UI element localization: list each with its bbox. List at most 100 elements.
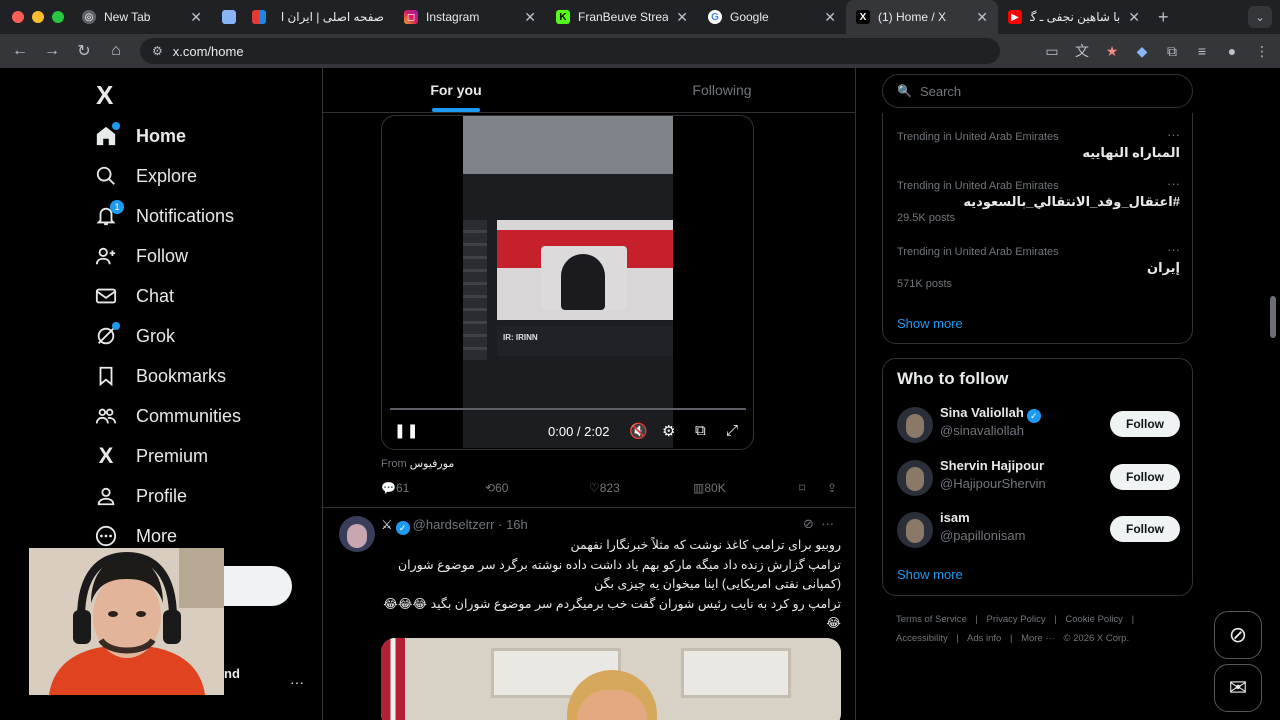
- avatar[interactable]: [897, 407, 933, 443]
- nav-explore[interactable]: Explore: [94, 158, 197, 194]
- site-info-icon[interactable]: ⚙: [152, 44, 163, 58]
- accessibility-link[interactable]: Accessibility: [896, 633, 948, 644]
- nav-chat[interactable]: Chat: [94, 278, 174, 314]
- close-tab-icon[interactable]: ✕: [676, 9, 688, 26]
- avatar[interactable]: [897, 512, 933, 548]
- tab-title: با شاهین نجفی ـ گفت: [1030, 10, 1121, 24]
- forward-icon[interactable]: →: [36, 42, 68, 60]
- repost-button[interactable]: ⟲ 60: [485, 481, 508, 495]
- pause-icon[interactable]: ❚❚: [394, 422, 419, 439]
- post-handle[interactable]: @hardseltzerr: [413, 517, 495, 532]
- cast-icon[interactable]: ▭: [1042, 43, 1062, 60]
- browser-tab[interactable]: ▶ با شاهین نجفی ـ گفت ✕: [998, 0, 1150, 34]
- nav-home[interactable]: Home: [94, 118, 186, 154]
- reload-icon[interactable]: ↻: [68, 41, 100, 61]
- cookie-link[interactable]: Cookie Policy: [1065, 614, 1123, 625]
- account-more-icon[interactable]: ···: [290, 674, 304, 690]
- follow-button[interactable]: Follow: [1110, 516, 1180, 542]
- messages-fab-button[interactable]: ✉: [1214, 664, 1262, 712]
- shield-icon[interactable]: ◆: [1132, 43, 1152, 60]
- pip-icon[interactable]: ⧉: [695, 422, 706, 439]
- follow-suggestion[interactable]: Sina Valiollah ✓ @sinavaliollah Follow: [897, 405, 1180, 445]
- bookmark-icon[interactable]: ⌑: [799, 481, 805, 495]
- browser-tab[interactable]: K FranBeuve Stream ✕: [546, 0, 698, 34]
- nav-premium[interactable]: X Premium: [94, 438, 208, 474]
- footer-more-link[interactable]: More ···: [1021, 633, 1055, 644]
- follow-suggestion[interactable]: Shervin Hajipour @HajipourShervin Follow: [897, 458, 1180, 498]
- nav-profile[interactable]: Profile: [94, 478, 187, 514]
- follow-button[interactable]: Follow: [1110, 464, 1180, 490]
- close-tab-icon[interactable]: ✕: [976, 9, 988, 26]
- share-icon[interactable]: ⇪: [827, 481, 837, 495]
- more-options-icon[interactable]: ···: [1167, 176, 1180, 191]
- browser-tab[interactable]: G Google ✕: [698, 0, 846, 34]
- home-button-icon[interactable]: ⌂: [100, 42, 132, 60]
- profile-avatar-icon[interactable]: ●: [1222, 43, 1242, 59]
- tab-following[interactable]: Following: [589, 68, 855, 112]
- bookmark-star-icon[interactable]: ★: [1102, 43, 1122, 60]
- post-image[interactable]: [381, 638, 841, 720]
- fullscreen-icon[interactable]: ⤢: [726, 422, 738, 439]
- translate-icon[interactable]: 文: [1072, 41, 1092, 61]
- post-button[interactable]: [224, 566, 292, 606]
- video-progress-bar[interactable]: [390, 408, 746, 410]
- views-button[interactable]: ▥ 80K: [693, 481, 726, 495]
- more-options-icon[interactable]: ···: [1167, 127, 1180, 142]
- nav-notifications[interactable]: 1 Notifications: [94, 198, 234, 234]
- back-icon[interactable]: ←: [4, 42, 36, 60]
- repost-count: 60: [495, 481, 509, 495]
- more-options-icon[interactable]: ···: [1167, 242, 1180, 257]
- video-player[interactable]: IR: IRINN ❚❚ 0:00 / 2:02 🔇 ⚙ ⧉ ⤢: [381, 115, 754, 450]
- page-scrollbar[interactable]: [1270, 296, 1276, 338]
- media-icon[interactable]: ≡: [1192, 43, 1212, 59]
- mute-icon[interactable]: 🔇: [629, 422, 648, 440]
- new-tab-icon[interactable]: +: [1158, 7, 1169, 28]
- nav-communities[interactable]: Communities: [94, 398, 241, 434]
- terms-link[interactable]: Terms of Service: [896, 614, 967, 625]
- browser-menu-icon[interactable]: ⋮: [1252, 43, 1272, 60]
- more-options-icon[interactable]: ···: [821, 516, 834, 531]
- browser-tab[interactable]: ◻ Instagram ✕: [394, 0, 546, 34]
- privacy-link[interactable]: Privacy Policy: [987, 614, 1046, 625]
- trends-show-more-link[interactable]: Show more: [897, 316, 963, 331]
- follow-suggestion[interactable]: isam @papillonisam Follow: [897, 510, 1180, 550]
- nav-follow[interactable]: Follow: [94, 238, 188, 274]
- who-to-follow-show-more-link[interactable]: Show more: [897, 567, 963, 582]
- search-input[interactable]: 🔍 Search: [882, 74, 1193, 108]
- extensions-icon[interactable]: ⧉: [1162, 43, 1182, 60]
- settings-icon[interactable]: ⚙: [662, 422, 675, 440]
- x-logo[interactable]: X: [96, 80, 113, 111]
- close-tab-icon[interactable]: ✕: [190, 9, 202, 26]
- verified-badge-icon: ✓: [1026, 409, 1041, 423]
- ads-info-link[interactable]: Ads info: [967, 633, 1001, 644]
- browser-tab[interactable]: صفحه اصلی | ایران ا: [242, 0, 394, 34]
- grok-fab-button[interactable]: ⊘: [1214, 611, 1262, 659]
- close-tab-icon[interactable]: ✕: [1128, 9, 1140, 26]
- address-bar[interactable]: ⚙ x.com/home: [140, 38, 1000, 64]
- maximize-window-button[interactable]: [52, 11, 64, 23]
- nav-bookmarks[interactable]: Bookmarks: [94, 358, 226, 394]
- post-time[interactable]: 16h: [506, 517, 528, 532]
- like-button[interactable]: ♡ 823: [589, 481, 620, 495]
- follow-button[interactable]: Follow: [1110, 411, 1180, 437]
- reply-button[interactable]: 💬 61: [381, 481, 409, 495]
- grok-icon[interactable]: ⊘: [803, 516, 814, 531]
- nav-grok[interactable]: Grok: [94, 318, 175, 354]
- avatar[interactable]: [339, 516, 375, 552]
- view-count: 80K: [704, 481, 726, 495]
- avatar[interactable]: [897, 460, 933, 496]
- minimize-window-button[interactable]: [32, 11, 44, 23]
- from-name[interactable]: مورفيوس: [410, 458, 455, 470]
- tab-search-icon[interactable]: ⌄: [1248, 6, 1272, 28]
- mail-icon: [94, 284, 118, 308]
- browser-tab[interactable]: [212, 0, 242, 34]
- close-window-button[interactable]: [12, 11, 24, 23]
- browser-tab[interactable]: ◎ New Tab ✕: [72, 0, 212, 34]
- trend-item[interactable]: Trending in United Arab Emirates ··· #اع…: [897, 176, 1180, 224]
- tab-for-you[interactable]: For you: [323, 68, 589, 112]
- trend-item[interactable]: Trending in United Arab Emirates ··· الم…: [897, 127, 1180, 161]
- close-tab-icon[interactable]: ✕: [524, 9, 536, 26]
- close-tab-icon[interactable]: ✕: [824, 9, 836, 26]
- trend-item[interactable]: Trending in United Arab Emirates ··· إير…: [897, 242, 1180, 290]
- browser-tab-active[interactable]: X (1) Home / X ✕: [846, 0, 998, 34]
